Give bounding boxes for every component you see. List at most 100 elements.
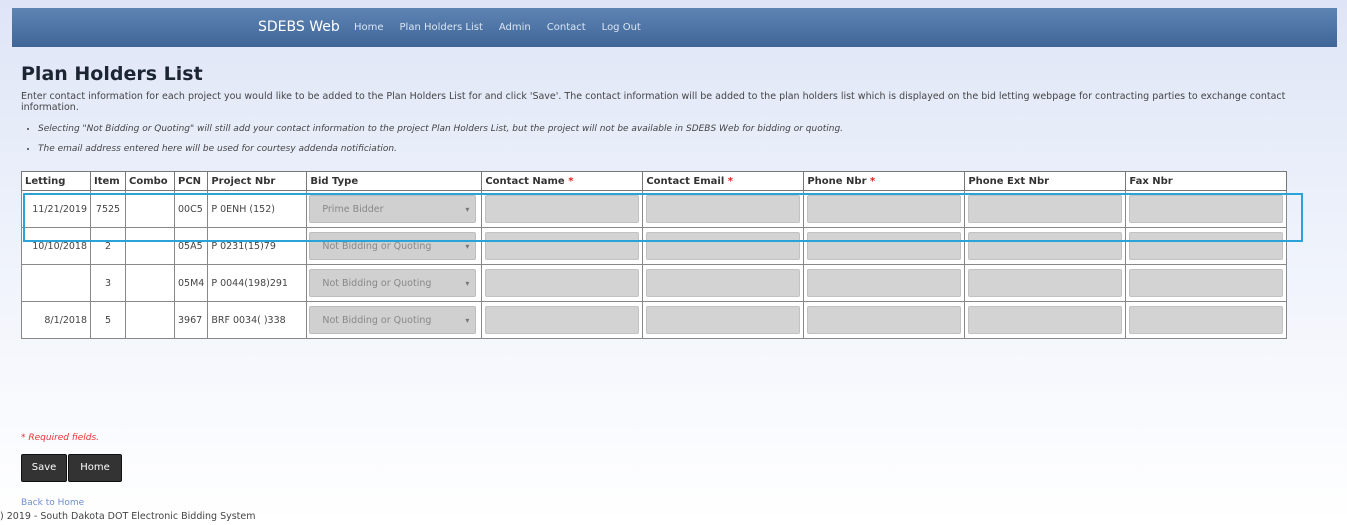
fax-nbr-input[interactable] [1129,195,1284,223]
header-letting: Letting [21,171,91,191]
cell-letting: 11/21/2019 [21,190,91,228]
nav-contact[interactable]: Contact [547,8,586,47]
header-phone-ext-nbr: Phone Ext Nbr [964,171,1127,191]
header-contact-email: Contact Email * [642,171,805,191]
phone-ext-input[interactable] [968,306,1123,334]
bid-type-value: Not Bidding or Quoting [322,278,432,289]
cell-letting: 8/1/2018 [21,301,91,339]
header-combo: Combo [125,171,175,191]
cell-project-nbr: BRF 0034( )338 [207,301,308,339]
cell-phone-ext [964,190,1127,228]
cell-combo [125,264,175,302]
bid-type-value: Not Bidding or Quoting [322,241,432,252]
cell-phone-ext [964,264,1127,302]
phone-nbr-input[interactable] [807,232,962,260]
required-marker: * [870,175,876,187]
plan-holders-table: Letting Item Combo PCN Project Nbr Bid T… [21,171,1288,339]
cell-combo [125,190,175,228]
cell-contact-name [481,301,644,339]
top-navbar: SDEBS Web Home Plan Holders List Admin C… [12,8,1337,47]
contact-email-input[interactable] [646,269,801,297]
cell-project-nbr: P 0231(15)79 [207,227,308,265]
fax-nbr-input[interactable] [1129,269,1284,297]
header-contact-name: Contact Name * [481,171,644,191]
cell-contact-name [481,190,644,228]
cell-contact-email [642,227,805,265]
cell-item: 7525 [90,190,126,228]
table-row: 10/10/2018 2 05A5 P 0231(15)79 Not Biddi… [21,227,1288,265]
contact-name-input[interactable] [485,195,640,223]
cell-item: 5 [90,301,126,339]
cell-combo [125,227,175,265]
bid-type-select[interactable]: Not Bidding or Quoting ▾ [309,232,477,260]
cell-item: 3 [90,264,126,302]
dropdown-arrow-icon: ▾ [465,316,470,325]
cell-item: 2 [90,227,126,265]
header-project-nbr: Project Nbr [207,171,308,191]
table-row: 11/21/2019 7525 00C5 P 0ENH (152) Prime … [21,190,1288,228]
footer-copyright: ) 2019 - South Dakota DOT Electronic Bid… [0,511,256,522]
fax-nbr-input[interactable] [1129,232,1284,260]
phone-ext-input[interactable] [968,195,1123,223]
phone-ext-input[interactable] [968,269,1123,297]
cell-project-nbr: P 0ENH (152) [207,190,308,228]
phone-nbr-input[interactable] [807,269,962,297]
cell-phone [803,264,966,302]
notes-list: Selecting "Not Bidding or Quoting" will … [21,124,843,164]
header-contact-email-label: Contact Email [646,175,725,187]
cell-fax [1125,264,1288,302]
contact-name-input[interactable] [485,306,640,334]
header-phone-nbr-label: Phone Nbr [807,175,867,187]
home-button[interactable]: Home [68,454,122,482]
intro-text: Enter contact information for each proje… [21,91,1286,113]
contact-name-input[interactable] [485,232,640,260]
cell-contact-name [481,264,644,302]
nav-home[interactable]: Home [354,8,384,47]
header-phone-nbr: Phone Nbr * [803,171,966,191]
contact-name-input[interactable] [485,269,640,297]
back-to-home-link[interactable]: Back to Home [21,498,84,508]
header-pcn: PCN [173,171,209,191]
table-row: 3 05M4 P 0044(198)291 Not Bidding or Quo… [21,264,1288,302]
bid-type-select[interactable]: Not Bidding or Quoting ▾ [309,269,477,297]
save-button[interactable]: Save [21,454,67,482]
header-item: Item [90,171,126,191]
note-item: The email address entered here will be u… [38,144,843,155]
phone-ext-input[interactable] [968,232,1123,260]
cell-fax [1125,227,1288,265]
cell-fax [1125,301,1288,339]
contact-email-input[interactable] [646,306,801,334]
cell-combo [125,301,175,339]
nav-plan-holders-list[interactable]: Plan Holders List [400,8,483,47]
contact-email-input[interactable] [646,232,801,260]
fax-nbr-input[interactable] [1129,306,1284,334]
brand-link[interactable]: SDEBS Web [258,8,340,47]
contact-email-input[interactable] [646,195,801,223]
cell-pcn: 3967 [173,301,209,339]
bid-type-select[interactable]: Not Bidding or Quoting ▾ [309,306,477,334]
cell-fax [1125,190,1288,228]
cell-letting [21,264,91,302]
bid-type-value: Prime Bidder [322,204,384,215]
note-item: Selecting "Not Bidding or Quoting" will … [38,124,843,135]
nav-links: Home Plan Holders List Admin Contact Log… [354,8,657,47]
cell-contact-email [642,264,805,302]
nav-log-out[interactable]: Log Out [602,8,641,47]
cell-letting: 10/10/2018 [21,227,91,265]
cell-bid-type: Not Bidding or Quoting ▾ [306,227,483,265]
bid-type-value: Not Bidding or Quoting [322,315,432,326]
cell-contact-email [642,301,805,339]
nav-admin[interactable]: Admin [499,8,531,47]
cell-contact-name [481,227,644,265]
cell-project-nbr: P 0044(198)291 [207,264,308,302]
phone-nbr-input[interactable] [807,195,962,223]
cell-contact-email [642,190,805,228]
required-fields-note: * Required fields. [21,433,99,443]
cell-phone-ext [964,301,1127,339]
phone-nbr-input[interactable] [807,306,962,334]
header-contact-name-label: Contact Name [485,175,565,187]
cell-pcn: 05M4 [173,264,209,302]
bid-type-select[interactable]: Prime Bidder ▾ [309,195,477,223]
cell-phone [803,301,966,339]
page-title: Plan Holders List [21,63,203,85]
